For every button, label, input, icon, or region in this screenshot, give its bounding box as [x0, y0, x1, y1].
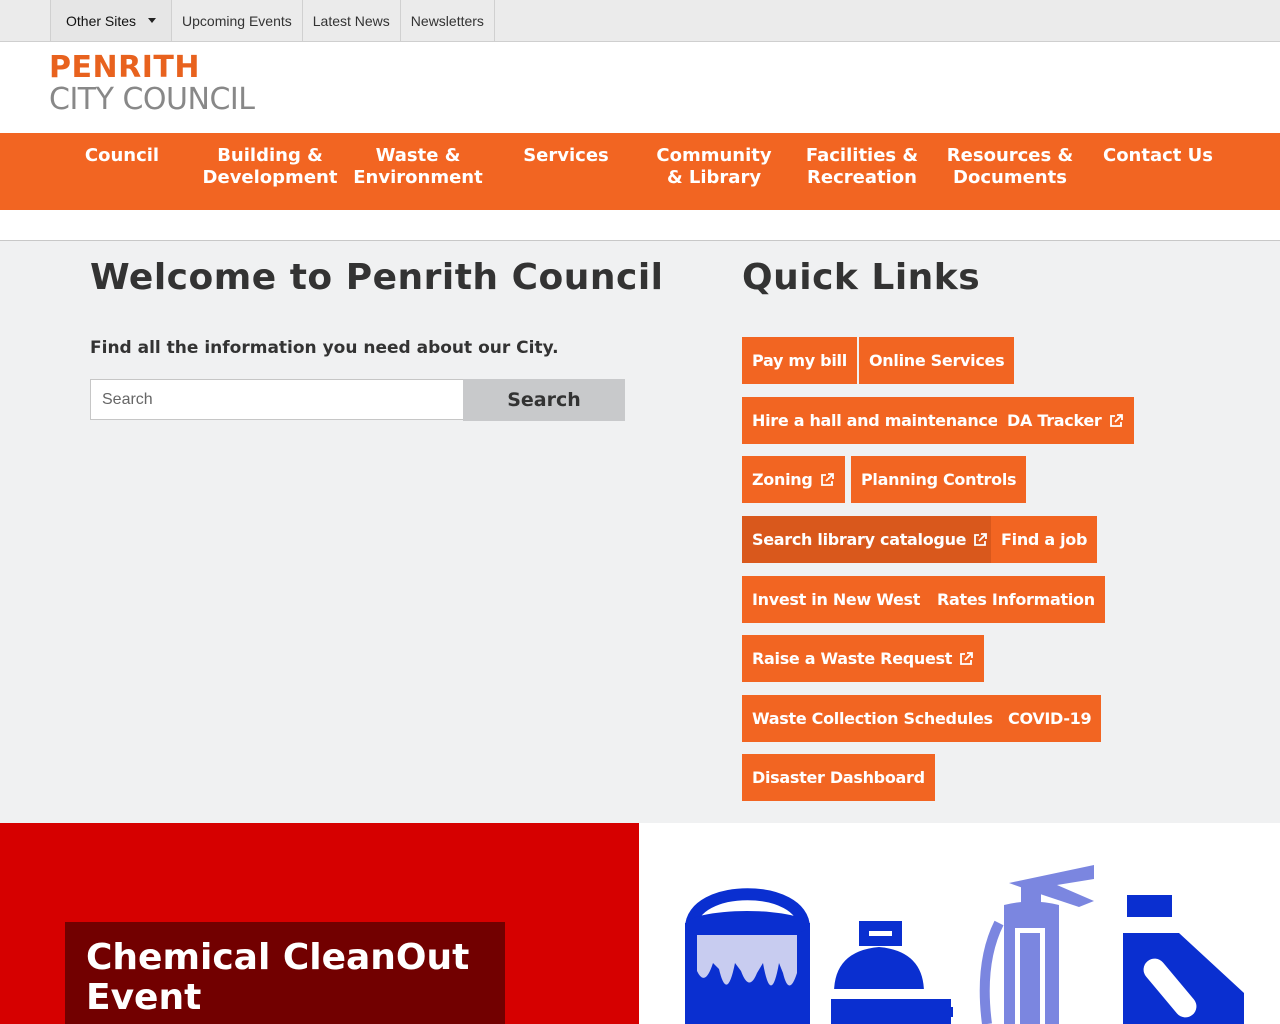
nav-community-library[interactable]: Community & Library — [641, 145, 787, 189]
quick-link-label: Zoning — [752, 470, 813, 489]
quick-link-label: Hire a hall and maintenance — [752, 411, 999, 430]
nav-label: Facilities & — [805, 145, 919, 166]
quick-link-planning-controls[interactable]: Planning Controls — [851, 456, 1027, 503]
quick-link-label: Rates Information — [937, 590, 1095, 609]
external-link-icon — [1109, 413, 1123, 427]
nav-label: Building & — [217, 145, 323, 166]
nav-label: & Library — [666, 167, 762, 188]
quick-link-waste-collection-schedules[interactable]: Waste Collection Schedules — [742, 695, 1003, 742]
quick-link-label: Raise a Waste Request — [752, 649, 953, 668]
utility-nav: Other Sites Upcoming Events Latest News … — [50, 0, 495, 41]
quick-links-title: Quick Links — [742, 257, 981, 298]
quick-link-label: Waste Collection Schedules — [752, 709, 993, 728]
quick-link-label: Search library catalogue — [752, 530, 967, 549]
gas-bottle-icon — [831, 921, 953, 1024]
external-link-icon — [820, 472, 834, 486]
external-link-icon — [960, 651, 974, 665]
upcoming-events-link[interactable]: Upcoming Events — [172, 0, 303, 41]
quick-link-invest-in-new-west[interactable]: Invest in New West — [742, 576, 931, 623]
event-banner[interactable]: Chemical CleanOut Event — [0, 823, 1280, 1024]
welcome-title: Welcome to Penrith Council — [90, 257, 664, 298]
quick-link-find-a-job[interactable]: Find a job — [991, 516, 1098, 563]
chemical-bottle-icon — [1123, 895, 1244, 1024]
welcome-subtitle: Find all the information you need about … — [90, 338, 559, 358]
nav-resources-documents[interactable]: Resources & Documents — [937, 145, 1083, 189]
welcome-section: Welcome to Penrith Council Find all the … — [0, 241, 1280, 823]
nav-waste-environment[interactable]: Waste & Environment — [345, 145, 491, 189]
site-header: PENRITH CITY COUNCIL — [0, 42, 1280, 133]
quick-link-label: DA Tracker — [1007, 411, 1102, 430]
nav-label: Services — [523, 145, 609, 166]
search-button[interactable]: Search — [463, 379, 625, 421]
banner-red-panel: Chemical CleanOut Event — [0, 823, 639, 1024]
quick-link-label: Disaster Dashboard — [752, 768, 925, 787]
logo-line-1: PENRITH — [49, 50, 200, 85]
penrith-logo[interactable]: PENRITH CITY COUNCIL — [49, 50, 255, 117]
quick-link-disaster-dashboard[interactable]: Disaster Dashboard — [742, 754, 935, 801]
other-sites-dropdown[interactable]: Other Sites — [50, 0, 173, 41]
quick-link-hire-a-hall[interactable]: Hire a hall and maintenance — [742, 397, 1009, 444]
utility-bar: Other Sites Upcoming Events Latest News … — [0, 0, 1280, 42]
quick-link-da-tracker[interactable]: DA Tracker — [997, 397, 1134, 444]
nav-label: Development — [202, 167, 338, 188]
caret-down-icon — [148, 18, 157, 23]
nav-contact-us[interactable]: Contact Us — [1085, 145, 1231, 167]
nav-facilities-recreation[interactable]: Facilities & Recreation — [789, 145, 935, 189]
nav-label: Recreation — [807, 167, 917, 188]
event-title: Chemical CleanOut Event — [86, 937, 470, 1018]
external-link-icon — [974, 532, 988, 546]
quick-link-covid-19[interactable]: COVID-19 — [998, 695, 1102, 742]
nav-services[interactable]: Services — [493, 145, 639, 167]
quick-link-label: Pay my bill — [752, 351, 847, 370]
nav-label: Environment — [353, 167, 483, 188]
quick-link-label: Online Services — [869, 351, 1005, 370]
alert-strip — [0, 210, 1280, 241]
banner-illustration — [639, 823, 1280, 1024]
search-input[interactable] — [90, 379, 464, 420]
event-title-box: Chemical CleanOut Event — [65, 922, 505, 1024]
nav-label: Council — [84, 145, 160, 166]
newsletters-link[interactable]: Newsletters — [401, 0, 495, 41]
nav-council[interactable]: Council — [49, 145, 195, 167]
quick-link-rates-information[interactable]: Rates Information — [927, 576, 1105, 623]
fire-extinguisher-icon — [979, 865, 1094, 1024]
logo-line-2: CITY COUNCIL — [49, 82, 255, 117]
latest-news-link[interactable]: Latest News — [303, 0, 401, 41]
quick-link-label: COVID-19 — [1008, 709, 1092, 728]
quick-link-pay-my-bill[interactable]: Pay my bill — [742, 337, 857, 384]
quick-link-label: Find a job — [1001, 530, 1088, 549]
chemical-items-illustration — [685, 865, 1244, 1024]
nav-label: Contact Us — [1102, 145, 1213, 166]
nav-label: Community — [656, 145, 772, 166]
quick-link-label: Planning Controls — [861, 470, 1017, 489]
paint-can-icon — [685, 888, 810, 1024]
nav-label: Documents — [953, 167, 1067, 188]
main-nav: Council Building & Development Waste & E… — [0, 133, 1280, 210]
quick-link-zoning[interactable]: Zoning — [742, 456, 845, 503]
quick-link-label: Invest in New West — [752, 590, 921, 609]
other-sites-label: Other Sites — [66, 12, 137, 29]
quick-link-online-services[interactable]: Online Services — [859, 337, 1015, 384]
quick-link-search-library-catalogue[interactable]: Search library catalogue — [742, 516, 999, 563]
quick-link-raise-a-waste-request[interactable]: Raise a Waste Request — [742, 635, 985, 682]
nav-label: Resources & — [946, 145, 1074, 166]
nav-building-development[interactable]: Building & Development — [197, 145, 343, 189]
nav-label: Waste & — [375, 145, 461, 166]
